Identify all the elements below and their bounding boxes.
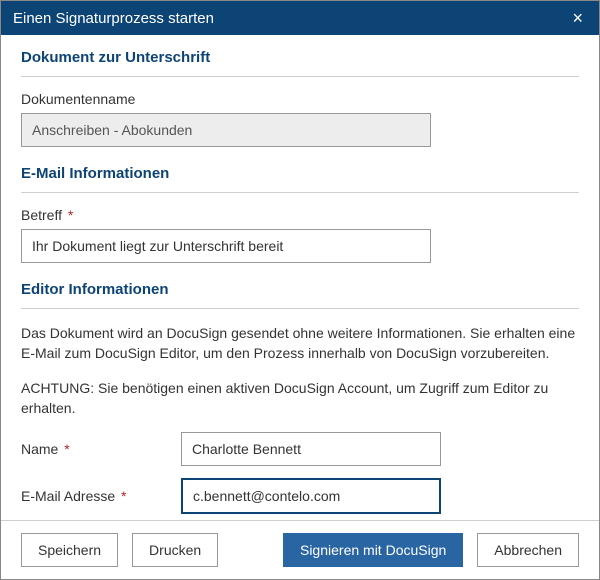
required-marker: * xyxy=(64,441,69,457)
editor-name-label: Name * xyxy=(21,441,181,457)
required-marker: * xyxy=(68,207,73,223)
divider xyxy=(21,76,579,77)
required-marker: * xyxy=(121,488,126,504)
editor-name-input[interactable] xyxy=(181,432,441,466)
signature-dialog: Einen Signaturprozess starten × Dokument… xyxy=(0,0,600,580)
editor-warning-text: ACHTUNG: Sie benötigen einen aktiven Doc… xyxy=(21,378,579,419)
section-editor-heading: Editor Informationen xyxy=(21,281,579,298)
cancel-button[interactable]: Abbrechen xyxy=(477,533,579,567)
save-button[interactable]: Speichern xyxy=(21,533,118,567)
editor-info-text: Das Dokument wird an DocuSign gesendet o… xyxy=(21,323,579,364)
editor-email-row: E-Mail Adresse * xyxy=(21,478,579,514)
sign-button[interactable]: Signieren mit DocuSign xyxy=(283,533,463,567)
dialog-body: Dokument zur Unterschrift Dokumentenname… xyxy=(1,35,599,520)
document-name-label: Dokumentenname xyxy=(21,91,579,107)
subject-label: Betreff * xyxy=(21,207,579,223)
close-icon[interactable]: × xyxy=(568,9,587,27)
editor-email-label: E-Mail Adresse * xyxy=(21,488,181,504)
dialog-titlebar: Einen Signaturprozess starten × xyxy=(1,1,599,35)
section-document: Dokument zur Unterschrift Dokumentenname xyxy=(21,49,579,147)
dialog-title: Einen Signaturprozess starten xyxy=(13,10,214,27)
subject-input[interactable] xyxy=(21,229,431,263)
document-name-input xyxy=(21,113,431,147)
editor-name-row: Name * xyxy=(21,432,579,466)
section-email-heading: E-Mail Informationen xyxy=(21,165,579,182)
divider xyxy=(21,308,579,309)
editor-email-input[interactable] xyxy=(181,478,441,514)
section-document-heading: Dokument zur Unterschrift xyxy=(21,49,579,66)
divider xyxy=(21,192,579,193)
subject-label-text: Betreff xyxy=(21,207,62,223)
section-editor: Editor Informationen Das Dokument wird a… xyxy=(21,281,579,514)
editor-name-label-text: Name xyxy=(21,441,58,457)
dialog-footer: Speichern Drucken Signieren mit DocuSign… xyxy=(1,520,599,579)
print-button[interactable]: Drucken xyxy=(132,533,218,567)
editor-email-label-text: E-Mail Adresse xyxy=(21,488,115,504)
section-email: E-Mail Informationen Betreff * xyxy=(21,165,579,263)
